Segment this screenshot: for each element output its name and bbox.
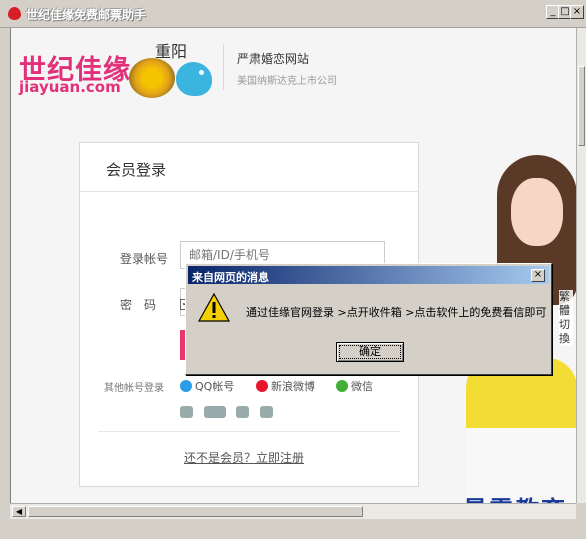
qq-icon [180, 380, 192, 392]
site-subtagline: 美国纳斯达克上市公司 [237, 76, 337, 87]
weibo-label: 新浪微博 [271, 380, 315, 393]
qq-label: QQ帐号 [195, 380, 235, 393]
dialog-message: 通过佳缘官网登录 >点开收件箱 >点击软件上的免费看信即可 [246, 306, 547, 319]
password-label: 密 码 [120, 298, 157, 312]
other-accounts-label: 其他帐号登录 [104, 383, 164, 394]
star-icon[interactable] [236, 406, 249, 418]
weibo-icon [256, 380, 268, 392]
horizontal-scrollbar[interactable]: ◀ [10, 503, 576, 519]
ok-button[interactable]: 确定 [336, 342, 404, 362]
message-dialog: 来自网页的消息 × 通过佳缘官网登录 >点开收件箱 >点击软件上的免费看信即可 … [185, 263, 552, 375]
vertical-scrollbar[interactable] [576, 28, 586, 503]
traditional-chinese-switch[interactable]: 繁 體 切 換 [559, 290, 573, 346]
register-link[interactable]: 还不是会员？立即注册 [184, 449, 304, 466]
window-title: 世纪佳缘免费邮票助手 [26, 8, 147, 22]
dialog-close-button[interactable]: × [531, 269, 545, 282]
dialog-title: 来自网页的消息 [192, 271, 269, 284]
vertical-scroll-thumb[interactable] [578, 66, 585, 146]
bird-mascot-icon [176, 62, 212, 96]
login-title: 会员登录 [106, 161, 167, 179]
dialog-titlebar: 来自网页的消息 × [188, 266, 549, 284]
baidu-icon[interactable] [180, 406, 193, 418]
card-divider-bottom [98, 431, 400, 432]
watermark-text: 最需教育 [463, 490, 567, 503]
ad-model-face [511, 178, 563, 246]
site-tagline: 严肃婚恋网站 [237, 52, 310, 66]
status-bar [0, 519, 586, 539]
renren-icon[interactable] [204, 406, 226, 418]
header-divider [223, 44, 224, 90]
logo-domain: jiayuan.com [19, 78, 121, 96]
bird-eye [199, 70, 204, 75]
qq-login-link[interactable]: QQ帐号 [180, 378, 234, 394]
chrysanthemum-icon [129, 58, 175, 98]
weibo-login-link[interactable]: 新浪微博 [256, 378, 315, 394]
horizontal-scroll-thumb[interactable] [28, 506, 363, 517]
wechat-icon [336, 380, 348, 392]
app-heart-icon [8, 7, 21, 20]
window-titlebar: 世纪佳缘免费邮票助手 _ □ × [0, 0, 586, 28]
close-button[interactable]: × [570, 5, 584, 19]
warning-icon [198, 292, 230, 322]
account-label: 登录帐号 [120, 252, 169, 266]
card-divider [80, 191, 418, 192]
wechat-label: 微信 [351, 380, 373, 393]
shield-icon[interactable] [260, 406, 273, 418]
scroll-left-icon[interactable]: ◀ [12, 506, 26, 517]
wechat-login-link[interactable]: 微信 [336, 378, 373, 394]
